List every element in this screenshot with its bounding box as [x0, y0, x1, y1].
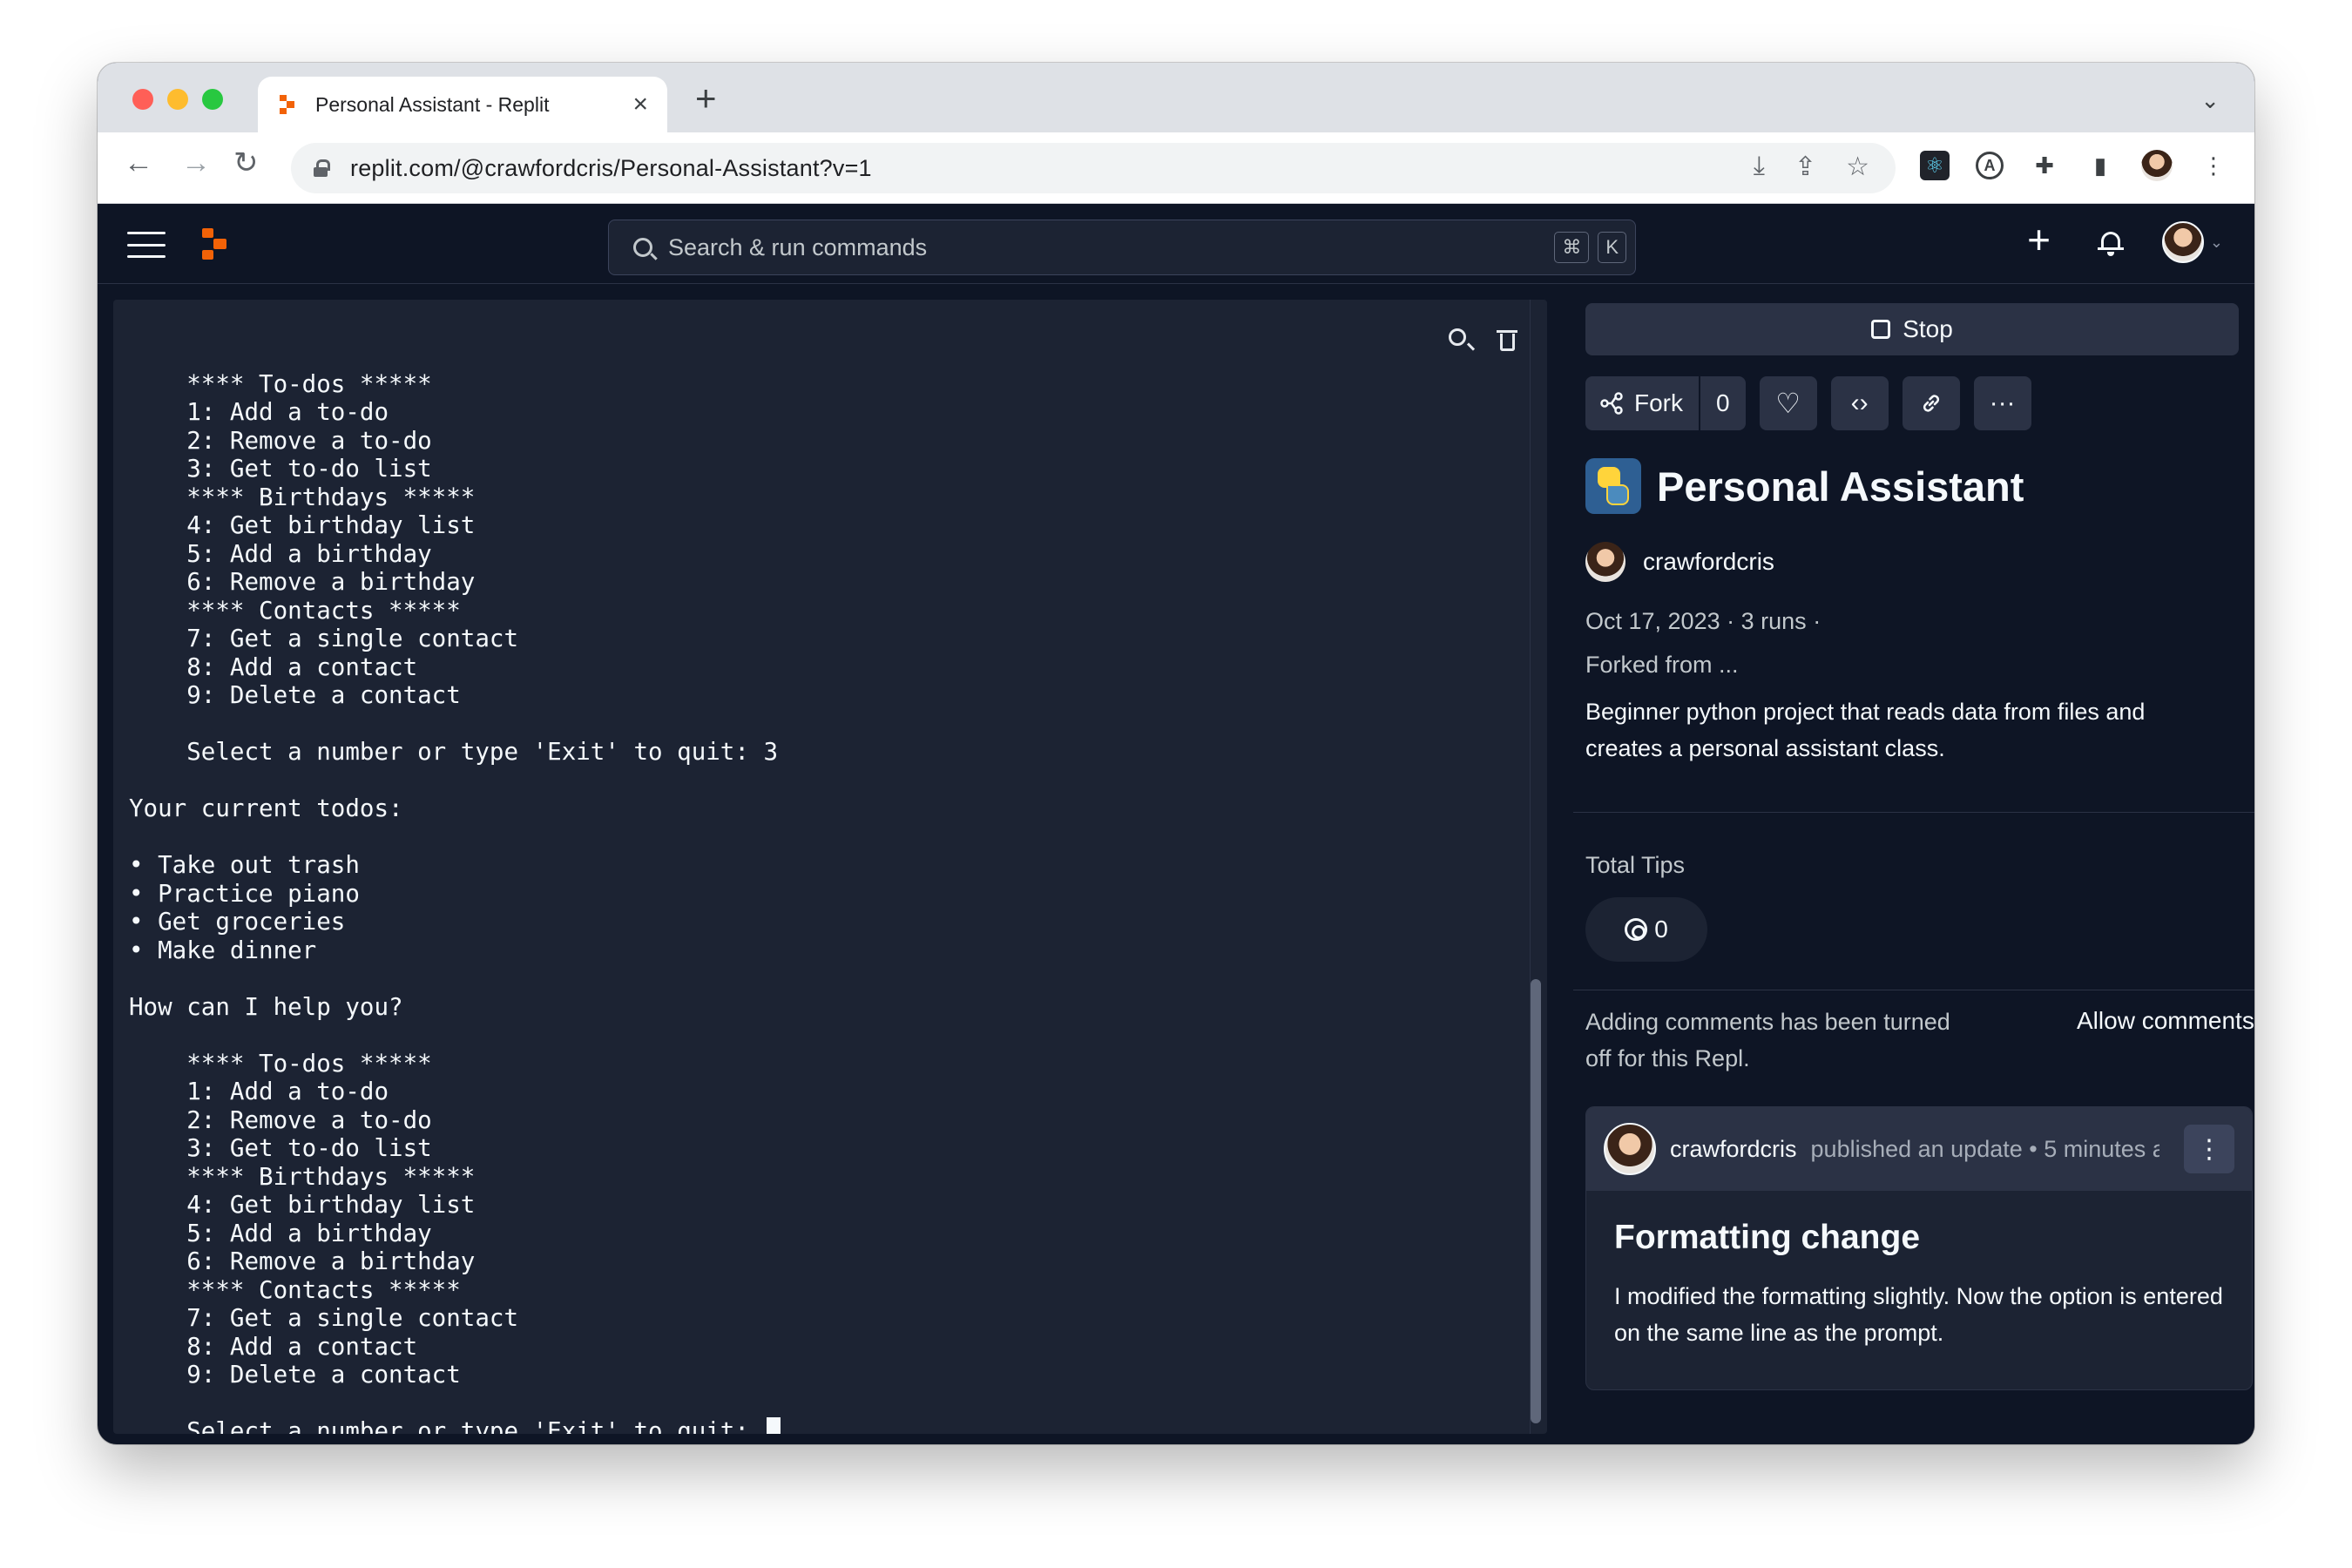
new-tab-icon[interactable]: +: [695, 80, 717, 117]
share-icon[interactable]: ⇪: [1794, 152, 1816, 182]
project-runs: 3 runs: [1740, 608, 1807, 634]
project-meta: Oct 17, 2023 · 3 runs ·: [1585, 608, 1821, 635]
text-cursor: [767, 1417, 781, 1434]
forward-icon[interactable]: →: [181, 148, 211, 178]
tab-close-icon[interactable]: ×: [632, 91, 648, 118]
replit-favicon-icon: [277, 94, 298, 115]
update-body: I modified the formatting slightly. Now …: [1614, 1283, 2223, 1346]
project-description: Beginner python project that reads data …: [1585, 699, 2146, 761]
close-window-button[interactable]: [132, 89, 153, 110]
command-search-input[interactable]: Search & run commands ⌘ K: [608, 220, 1636, 275]
cycles-spiral-icon: [1625, 918, 1648, 941]
address-bar[interactable]: replit.com/@crawfordcris/Personal-Assist…: [291, 143, 1896, 193]
fork-label: Fork: [1634, 389, 1683, 416]
fork-group: Fork 0: [1585, 376, 1746, 430]
copy-link-button[interactable]: [1902, 376, 1960, 430]
lock-icon: [314, 159, 330, 177]
extension-a-icon[interactable]: A: [1976, 152, 2004, 179]
browser-toolbar: ← → ↻ replit.com/@crawfordcris/Personal-…: [98, 132, 2254, 204]
tips-value: 0: [1654, 916, 1668, 943]
search-placeholder: Search & run commands: [668, 233, 928, 260]
update-title: Formatting change: [1614, 1219, 1921, 1256]
console-search-icon[interactable]: [1446, 326, 1476, 354]
comments-disabled-text: Adding comments has been turned off for …: [1585, 1009, 1950, 1071]
create-plus-icon[interactable]: +: [2027, 220, 2051, 260]
stop-square-icon: [1871, 320, 1891, 339]
action-row: Fork 0 ♡ ‹› ···: [1585, 376, 2031, 430]
view-code-button[interactable]: ‹›: [1830, 376, 1889, 430]
user-avatar[interactable]: [2162, 221, 2204, 263]
back-icon[interactable]: ←: [124, 148, 153, 178]
link-icon: [1923, 395, 1939, 412]
console-lines: **** To-dos ***** 1: Add a to-do 2: Remo…: [129, 369, 779, 1434]
more-options-button[interactable]: ···: [1973, 376, 2031, 430]
reload-icon[interactable]: ↻: [233, 148, 259, 178]
update-author-avatar[interactable]: [1604, 1123, 1656, 1175]
browser-tab[interactable]: Personal Assistant - Replit ×: [258, 77, 667, 132]
minimize-window-button[interactable]: [167, 89, 188, 110]
update-header: crawfordcris published an update • 5 min…: [1586, 1107, 2252, 1191]
side-panel-icon[interactable]: ▮: [2085, 151, 2115, 180]
replit-logo-icon[interactable]: [200, 228, 228, 260]
extensions-puzzle-icon[interactable]: ✚: [2030, 151, 2059, 180]
code-brackets-icon: ‹›: [1850, 389, 1869, 417]
stop-button[interactable]: Stop: [1585, 303, 2239, 355]
stop-label: Stop: [1903, 315, 1953, 342]
profile-avatar[interactable]: [2141, 150, 2173, 181]
heart-icon: ♡: [1775, 388, 1801, 419]
tip-button[interactable]: 0: [1585, 897, 1707, 962]
shortcut-cmd-key: ⌘: [1554, 232, 1590, 263]
search-icon: [633, 238, 652, 257]
browser-menu-icon[interactable]: ⋮: [2199, 151, 2228, 180]
react-devtools-icon[interactable]: ⚛: [1920, 151, 1950, 180]
console-scroll-thumb[interactable]: [1531, 979, 1541, 1423]
browser-window: Personal Assistant - Replit × + ⌄ ← → ↻ …: [98, 63, 2254, 1444]
update-menu-kebab-icon[interactable]: ⋮: [2184, 1125, 2234, 1173]
author-avatar[interactable]: [1585, 542, 1625, 582]
project-title: Personal Assistant: [1657, 463, 2024, 510]
fork-icon: [1600, 392, 1623, 415]
update-author-name[interactable]: crawfordcris: [1670, 1136, 1797, 1163]
project-header: Personal Assistant: [1585, 458, 2024, 514]
tab-title: Personal Assistant - Replit: [315, 92, 550, 116]
meta-separator-trailing: ·: [1813, 608, 1821, 634]
shortcut-k-key: K: [1598, 232, 1626, 263]
console-text: **** To-dos ***** 1: Add a to-do 2: Remo…: [129, 341, 781, 1434]
hamburger-menu-icon[interactable]: [127, 232, 166, 258]
replit-header: Search & run commands ⌘ K + ⌄: [98, 204, 2254, 284]
author-name[interactable]: crawfordcris: [1643, 548, 1774, 576]
console-output[interactable]: **** To-dos ***** 1: Add a to-do 2: Remo…: [113, 300, 1547, 1434]
fork-count: 0: [1699, 376, 1746, 430]
notifications-bell-icon[interactable]: [2098, 228, 2124, 258]
tab-strip: Personal Assistant - Replit × + ⌄: [98, 63, 2254, 132]
tips-label: Total Tips: [1585, 852, 1686, 878]
update-card: crawfordcris published an update • 5 min…: [1585, 1106, 2253, 1390]
account-chevron-down-icon[interactable]: ⌄: [2210, 233, 2223, 252]
python-language-icon: [1585, 458, 1641, 514]
tab-search-chevron-icon[interactable]: ⌄: [2200, 87, 2220, 114]
divider: [1573, 812, 2254, 813]
project-date: Oct 17, 2023: [1585, 608, 1720, 634]
update-meta: published an update • 5 minutes ago: [1810, 1135, 2159, 1162]
fork-button[interactable]: Fork: [1585, 376, 1699, 430]
forked-from-link[interactable]: Forked from ...: [1585, 652, 1739, 679]
bookmark-star-icon[interactable]: ☆: [1846, 152, 1869, 182]
console-scrollbar[interactable]: [1530, 300, 1542, 1434]
clear-console-trash-icon[interactable]: [1493, 326, 1521, 354]
zoom-window-button[interactable]: [202, 89, 223, 110]
ellipsis-icon: ···: [1989, 389, 2016, 417]
url-text[interactable]: replit.com/@crawfordcris/Personal-Assist…: [350, 155, 872, 182]
allow-comments-label: Allow comments: [2077, 1007, 2254, 1034]
like-button[interactable]: ♡: [1759, 376, 1817, 430]
meta-separator: ·: [1727, 608, 1741, 634]
install-icon[interactable]: ⤓: [1754, 152, 1765, 182]
repl-info-panel: Stop Fork 0 ♡ ‹› ··· Personal Assistant: [1563, 284, 2254, 1444]
author-row[interactable]: crawfordcris: [1585, 542, 1774, 582]
